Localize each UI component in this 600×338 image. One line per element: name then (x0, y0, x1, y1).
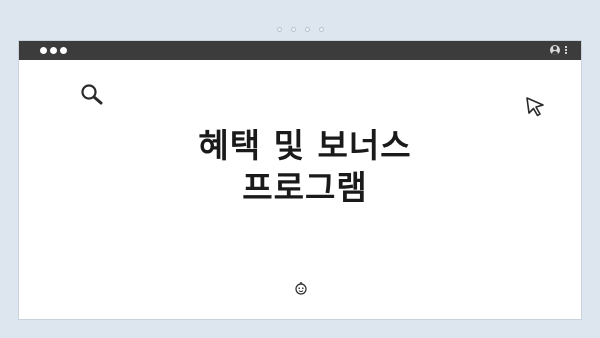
pager-dots (0, 27, 600, 32)
page-title-line-2: 프로그램 (242, 168, 368, 207)
window-controls (40, 47, 67, 54)
window-control-dot[interactable] (40, 47, 47, 54)
titlebar-actions (550, 45, 567, 55)
page-background: 혜택 및 보너스 프로그램 (0, 0, 600, 338)
cursor-icon (526, 97, 544, 117)
window-titlebar (19, 41, 581, 60)
page-title-line-1: 혜택 및 보너스 (198, 126, 412, 165)
kebab-menu-icon[interactable] (565, 46, 567, 54)
window-control-dot[interactable] (60, 47, 67, 54)
smile-icon (295, 282, 307, 295)
pager-dot[interactable] (290, 27, 296, 32)
page-title: 혜택 및 보너스 프로그램 (0, 125, 600, 209)
pager-dot[interactable] (276, 27, 282, 32)
search-icon (81, 84, 103, 105)
user-icon[interactable] (550, 45, 560, 55)
pager-dot[interactable] (318, 27, 324, 32)
window-control-dot[interactable] (50, 47, 57, 54)
pager-dot[interactable] (304, 27, 310, 32)
